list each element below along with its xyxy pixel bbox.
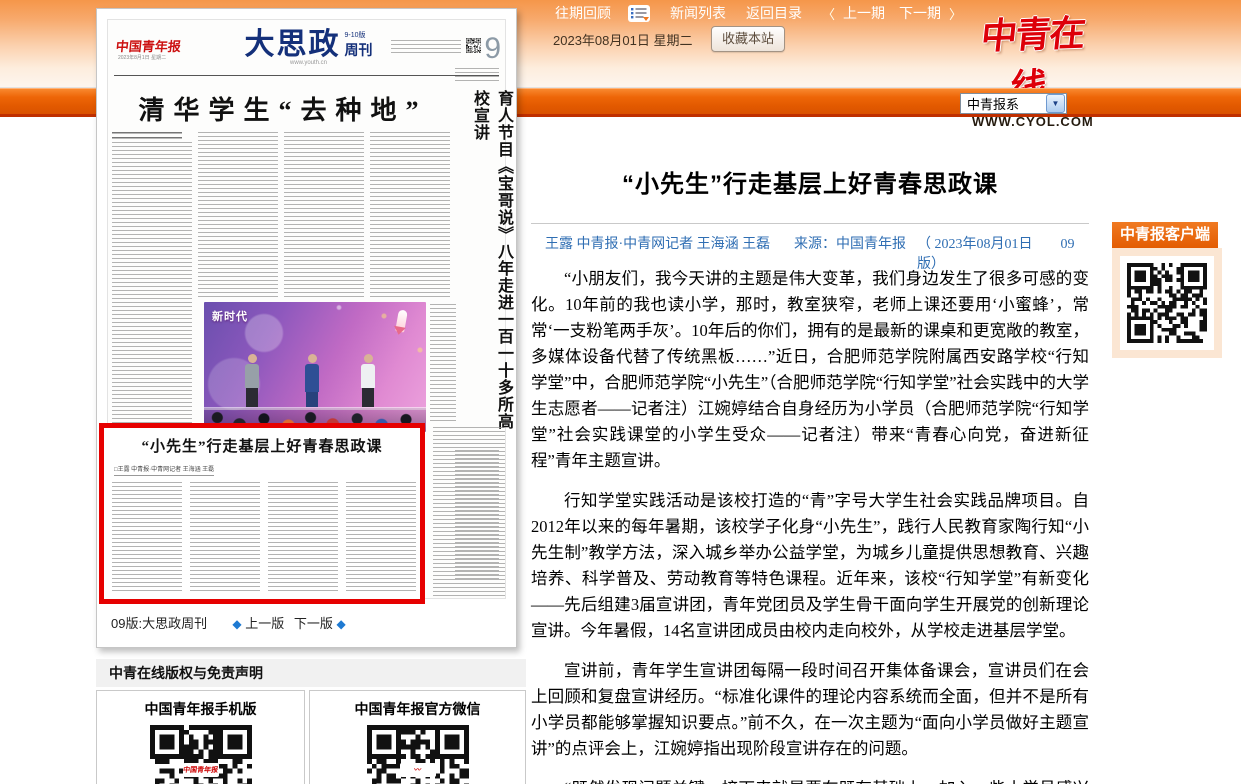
nav-items: 往期回顾 新闻列表 返回目录 〈 上一期 下一期 〉 [555, 0, 970, 26]
issue-list-icon[interactable] [628, 5, 650, 22]
current-date: 2023年08月01日 星期二 [553, 30, 692, 49]
weekly-pages: 9-10版 [345, 30, 373, 40]
article-paragraph: 行知学堂实践活动是该校打造的“青”字号大学生社会实践品牌项目。自2012年以来的… [531, 488, 1089, 644]
newspaper-logo: 中国青年报 [115, 36, 182, 55]
qr-center-logo: 〰 [400, 763, 436, 777]
prev-issue-arrow-icon[interactable]: 〈 [822, 4, 835, 23]
paper-series-select[interactable]: 中青报系 ▼ [960, 93, 1067, 114]
photo-backdrop-text: 新时代 [212, 308, 248, 324]
weekly-site: www.youth.cn [216, 60, 401, 66]
masthead-right: 9 [391, 34, 501, 64]
highlighted-article-region[interactable]: “小先生”行走基层上好青春思政课 □王露 中青报·中青网记者 王海涵 王磊 [99, 423, 425, 604]
byline-row: 王露 中青报·中青网记者 王海涵 王磊 来源：中国青年报 （ 2023年08月0… [531, 223, 1089, 252]
article-authors: 王露 中青报·中青网记者 王海涵 王磊 [545, 233, 770, 253]
simulated-text-column [370, 132, 450, 300]
prev-page-icon[interactable]: ◆ [232, 617, 241, 631]
nav-next-issue[interactable]: 下一期 [899, 3, 941, 23]
simulated-text-column [198, 132, 278, 300]
boxed-article-headline: “小先生”行走基层上好青春思政课 [104, 435, 420, 456]
wechat-qr-code: 〰 [367, 725, 469, 784]
article-paragraph: 宣讲前，青年学生宣讲团每隔一段时间召开集体备课会，宣讲员们在会上回顾和复盘宣讲经… [531, 658, 1089, 762]
app-client-header: 中青报客户端 [1112, 222, 1218, 248]
masthead-center: 大思政 9-10版周刊 www.youth.cn [216, 30, 401, 66]
nav-news-list[interactable]: 新闻列表 [670, 3, 726, 23]
simulated-text-column [284, 132, 364, 300]
page-nav-footer: 09版:大思政周刊 ◆ 上一版 下一版 ◆ [111, 613, 346, 632]
weekly-subtitle: 周刊 [345, 40, 373, 60]
stage-photo: 新时代 [204, 302, 426, 432]
simulated-credit-text [455, 68, 499, 84]
next-issue-arrow-icon[interactable]: 〉 [949, 4, 962, 23]
simulated-text-column [433, 427, 505, 599]
chevron-down-icon[interactable]: ▼ [1046, 94, 1065, 113]
photo-caption-text [430, 304, 456, 424]
person-figure [244, 354, 260, 408]
boxed-article-byline: □王露 中青报·中青网记者 王海涵 王磊 [114, 464, 214, 476]
wechat-official-box: 中国青年报官方微信 〰 [309, 690, 526, 784]
simulated-text-column [112, 482, 182, 592]
copyright-notice-bar: 中青在线版权与免责声明 [96, 659, 526, 687]
article-paragraph: “既然发现问题关键，接下来就是要在既有基础上，加入一些小学员感兴趣的东西，并在教… [531, 776, 1089, 784]
person-figure-astronaut [304, 354, 320, 408]
wechat-official-title: 中国青年报官方微信 [310, 699, 525, 719]
editor-credits-text [391, 40, 461, 54]
simulated-text-column [190, 482, 260, 592]
simulated-byline [112, 132, 182, 140]
article-title: “小先生”行走基层上好青春思政课 [531, 164, 1089, 199]
bookmark-site-button[interactable]: 收藏本站 [711, 26, 785, 52]
masthead-rule [114, 75, 499, 76]
mobile-version-box: 中国青年报手机版 中国青年报 [96, 690, 305, 784]
article-main: “小先生”行走基层上好青春思政课 王露 中青报·中青网记者 王海涵 王磊 来源：… [531, 118, 1089, 784]
page: 2023年08月01日 星期二 收藏本站 中青在线 WWW.CYOL.COM 往… [0, 0, 1241, 784]
nav-back-catalog[interactable]: 返回目录 [746, 3, 802, 23]
newspaper-dateline: 2023年8月1日 星期二 [118, 54, 166, 61]
simulated-text-column [112, 142, 192, 424]
newspaper-main-headline: 清华学生“去种地” [118, 90, 448, 127]
prev-page-link[interactable]: 上一版 [245, 616, 284, 631]
mobile-version-title: 中国青年报手机版 [97, 699, 304, 719]
page-nav-label: 09版:大思政周刊 [111, 616, 207, 631]
nav-prev-issue[interactable]: 上一期 [843, 3, 885, 23]
next-page-link[interactable]: 下一版 [294, 616, 333, 631]
article-issue-date: （ 2023年08月01日 09 版） [917, 233, 1089, 273]
simulated-text-column [346, 482, 416, 592]
article-paragraph: “小朋友们，我今天讲的主题是伟大变革，我们身边发生了很多可感的变化。10年前的我… [531, 266, 1089, 474]
next-page-icon[interactable]: ◆ [336, 617, 345, 631]
page-number: 9 [484, 34, 501, 64]
newspaper-masthead: 中国青年报 2023年8月1日 星期二 大思政 9-10版周刊 www.youth… [108, 26, 505, 74]
nav-past-issues[interactable]: 往期回顾 [555, 3, 611, 23]
app-qr-code [1120, 256, 1214, 350]
qr-center-logo: 中国青年报 [183, 763, 219, 777]
article-source: 来源：中国青年报 [794, 233, 906, 253]
app-client-qr-box [1112, 248, 1222, 358]
weekly-title: 大思政 [245, 30, 341, 60]
person-figure [360, 354, 376, 408]
paper-series-value: 中青报系 [961, 94, 1046, 113]
simulated-text-column [268, 482, 338, 592]
vertical-headline: 育人节目《宝哥说》八年走进一百一十多所高校宣讲 [467, 90, 515, 442]
masthead-qr-code [466, 38, 481, 53]
newspaper-preview-panel: 中国青年报 2023年8月1日 星期二 大思政 9-10版周刊 www.youth… [96, 8, 517, 648]
mobile-qr-code: 中国青年报 [150, 725, 252, 784]
